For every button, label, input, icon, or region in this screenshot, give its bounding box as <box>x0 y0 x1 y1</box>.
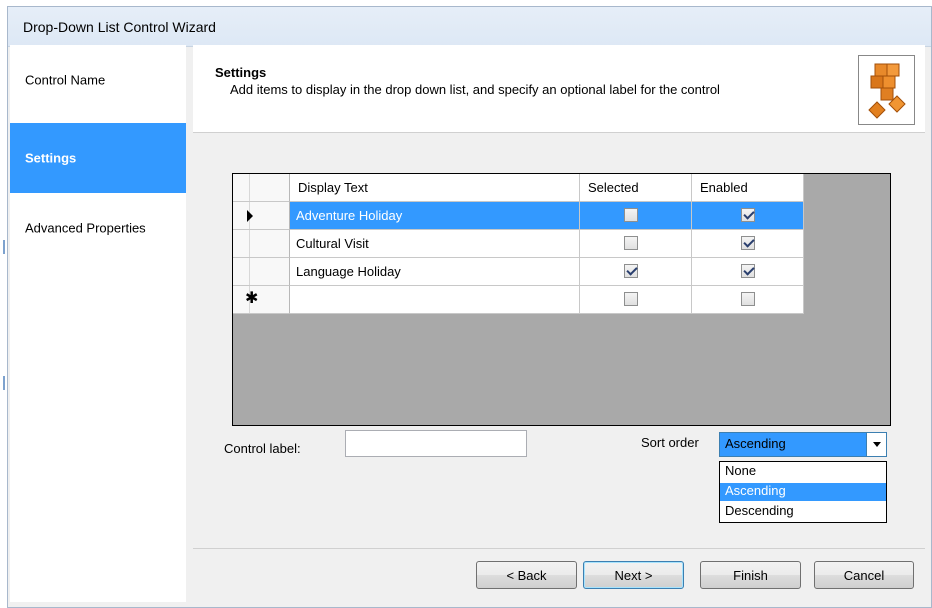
control-label-caption: Control label: <box>224 441 301 456</box>
enabled-checkbox[interactable] <box>741 236 755 250</box>
grid-cell-enabled[interactable] <box>692 202 804 230</box>
sidebar-item-label: Settings <box>25 150 77 166</box>
sort-order-value: Ascending <box>725 436 786 451</box>
row-header[interactable] <box>233 230 290 258</box>
grid-cell-selected[interactable] <box>580 258 692 286</box>
row-header[interactable] <box>233 258 290 286</box>
grid-cell-selected[interactable] <box>580 286 692 314</box>
row-header[interactable] <box>233 202 290 230</box>
selected-checkbox[interactable] <box>624 236 638 250</box>
column-header-label: Display Text <box>298 180 368 195</box>
new-row-star-icon: ✱ <box>245 290 259 307</box>
step-header: Settings Add items to display in the dro… <box>193 45 925 133</box>
grid-cell-enabled[interactable] <box>692 258 804 286</box>
edge-mark <box>3 376 5 390</box>
sort-option-ascending[interactable]: Ascending <box>720 483 886 501</box>
sort-order-select[interactable]: Ascending <box>719 432 887 457</box>
left-edge-decoration <box>0 0 7 608</box>
selected-checkbox[interactable] <box>624 264 638 278</box>
grid-cell-display-text[interactable]: Cultural Visit <box>290 230 580 258</box>
grid-cell-display-text[interactable]: Adventure Holiday <box>290 202 580 230</box>
sort-option-none[interactable]: None <box>720 463 886 481</box>
next-button[interactable]: Next > <box>583 561 684 589</box>
column-header-selected[interactable]: Selected <box>580 174 692 202</box>
sort-option-descending[interactable]: Descending <box>720 503 886 521</box>
cell-text: Adventure Holiday <box>296 208 403 223</box>
control-label-input[interactable] <box>345 430 527 457</box>
items-grid[interactable]: Display Text Selected Enabled Adventure … <box>232 173 891 426</box>
step-title: Settings <box>215 65 267 80</box>
footer-divider <box>193 548 925 549</box>
sidebar-item-label: Control Name <box>25 72 106 88</box>
blocks-icon <box>858 55 915 125</box>
sidebar-item-control-name[interactable]: Control Name <box>10 45 186 115</box>
enabled-checkbox[interactable] <box>741 208 755 222</box>
cell-text: Cultural Visit <box>296 236 369 251</box>
cancel-button[interactable]: Cancel <box>814 561 914 589</box>
wizard-sidebar: Control Name Settings Advanced Propertie… <box>10 45 186 602</box>
finish-button[interactable]: Finish <box>700 561 801 589</box>
sort-order-dropdown-list: None Ascending Descending <box>719 461 887 523</box>
grid-cell-enabled[interactable] <box>692 230 804 258</box>
enabled-checkbox[interactable] <box>741 292 755 306</box>
new-row-header[interactable]: ✱ <box>233 286 290 314</box>
selected-checkbox[interactable] <box>624 292 638 306</box>
enabled-checkbox[interactable] <box>741 264 755 278</box>
column-header-enabled[interactable]: Enabled <box>692 174 804 202</box>
back-button[interactable]: < Back <box>476 561 577 589</box>
column-header-label: Enabled <box>700 180 748 195</box>
grid-cell-display-text[interactable] <box>290 286 580 314</box>
window-title: Drop-Down List Control Wizard <box>23 19 216 35</box>
sidebar-item-advanced-properties[interactable]: Advanced Properties <box>10 193 186 263</box>
sidebar-item-label: Advanced Properties <box>25 220 146 236</box>
title-bar: Drop-Down List Control Wizard <box>8 7 931 47</box>
grid-cell-enabled[interactable] <box>692 286 804 314</box>
cell-text: Language Holiday <box>296 264 401 279</box>
edge-mark <box>3 240 5 254</box>
grid-cell-display-text[interactable]: Language Holiday <box>290 258 580 286</box>
grid-cell-selected[interactable] <box>580 230 692 258</box>
chevron-down-icon[interactable] <box>866 433 886 456</box>
grid-corner-header <box>233 174 290 202</box>
grid-cell-selected[interactable] <box>580 202 692 230</box>
current-row-arrow-icon <box>247 210 253 222</box>
sidebar-item-settings[interactable]: Settings <box>10 123 186 193</box>
column-header-display-text[interactable]: Display Text <box>290 174 580 202</box>
selected-checkbox[interactable] <box>624 208 638 222</box>
step-description: Add items to display in the drop down li… <box>230 82 720 97</box>
sort-order-caption: Sort order <box>641 435 699 450</box>
column-header-label: Selected <box>588 180 639 195</box>
